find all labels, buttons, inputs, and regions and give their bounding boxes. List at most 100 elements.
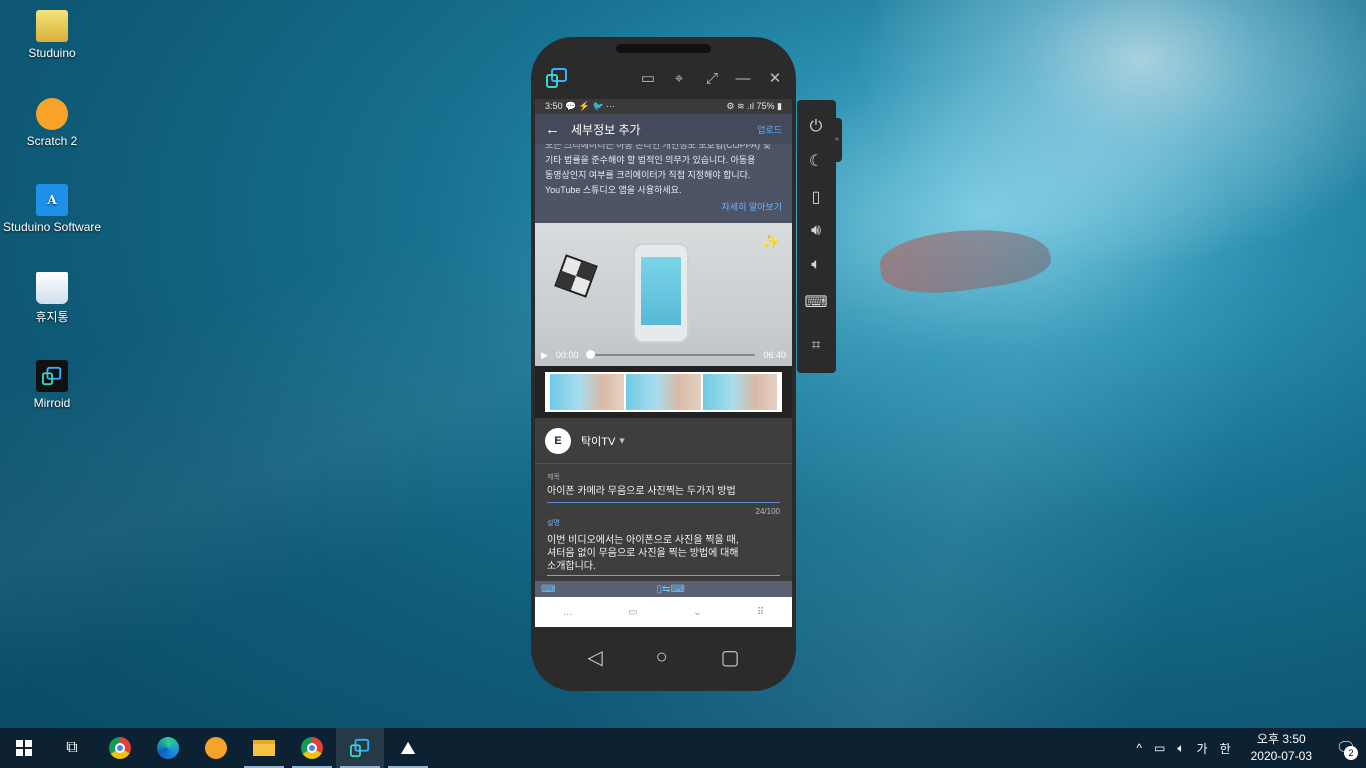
- desktop-icon-recycle-bin[interactable]: 휴지통: [2, 272, 102, 325]
- language-indicator[interactable]: 한: [1214, 740, 1237, 757]
- mirroid-logo-icon: [546, 68, 567, 88]
- power-icon[interactable]: ⏻: [804, 115, 828, 139]
- android-nav-bar: ◁ ○ ▢: [531, 637, 796, 677]
- description-line: 이번 비디오에서는 아이폰으로 사진을 찍을 때,: [547, 535, 739, 546]
- collapse-panel-tab[interactable]: «: [832, 118, 842, 162]
- magic-wand-icon[interactable]: ✨: [763, 233, 780, 250]
- taskbar-scratch[interactable]: [192, 728, 240, 768]
- taskbar-photos[interactable]: ⛰: [384, 728, 432, 768]
- crop-icon[interactable]: ⌗: [804, 334, 828, 358]
- notification-count-badge: 2: [1344, 746, 1358, 760]
- nav-recents-icon[interactable]: ▢: [721, 645, 740, 670]
- desktop-icon-label: Scratch 2: [26, 134, 78, 148]
- keyboard-dots-icon[interactable]: …: [563, 607, 573, 618]
- desktop-icon-studuino[interactable]: Studuino: [2, 10, 102, 60]
- volume-icon[interactable]: 🔈︎: [1171, 741, 1190, 756]
- desktop-icon-label: Studuino Software: [2, 220, 102, 234]
- thumbnail-frame: [702, 374, 777, 410]
- learn-more-link[interactable]: 자세히 알아보기: [722, 200, 782, 215]
- photos-icon: ⛰: [400, 737, 416, 758]
- app-bar: ← 세부정보 추가 업로드: [535, 114, 792, 144]
- desktop-icon-scratch[interactable]: Scratch 2: [2, 98, 102, 148]
- trim-thumbnail-strip[interactable]: [535, 366, 792, 418]
- battery-icon[interactable]: ▭: [1148, 741, 1171, 755]
- folder-icon: [253, 740, 275, 756]
- task-view-icon: ⧉: [66, 739, 78, 756]
- phone-keyboard-toggle-icon[interactable]: ▯⇆⌨: [657, 584, 685, 595]
- desktop-icon-mirroid[interactable]: Mirroid: [2, 360, 102, 410]
- notice-line: 기타 법률을 준수해야 할 법적인 의무가 있습니다. 아동용: [545, 155, 756, 165]
- video-preview[interactable]: ✨ ▶ 00:00 06:40: [535, 223, 792, 366]
- taskbar-file-explorer[interactable]: [240, 728, 288, 768]
- action-center-button[interactable]: 🗨︎ 2: [1326, 728, 1366, 768]
- chat-icon[interactable]: ▭: [637, 69, 659, 89]
- task-view-button[interactable]: ⧉: [48, 728, 96, 768]
- play-icon[interactable]: ▶: [541, 350, 548, 361]
- scratch-cat-icon: [36, 98, 68, 130]
- edge-icon: [157, 737, 179, 759]
- keyboard-layout-icon[interactable]: ⠿: [757, 607, 764, 618]
- mirroid-phone-window: ▭ ⌖ ⤢ — ✕ 3:50 💬 ⚡ 🐦 ··· ⚙ ≋ .ıl 75% ▮ ←…: [531, 37, 796, 691]
- mirroid-side-panel: « ⏻ ☾ ▯ 🔊︎ 🔈︎ ⌨ ⌗: [797, 100, 842, 373]
- nav-back-icon[interactable]: ◁: [587, 645, 602, 670]
- keyboard-hide-icon[interactable]: ⌄: [693, 607, 701, 618]
- start-button[interactable]: [0, 728, 48, 768]
- mirroid-icon: [350, 738, 370, 758]
- volume-up-icon[interactable]: 🔊︎: [804, 219, 828, 243]
- pin-icon[interactable]: ⌖: [668, 69, 690, 89]
- desktop-icon-label: Mirroid: [33, 396, 71, 410]
- thumbnail-frames[interactable]: [545, 372, 782, 412]
- system-tray: ^ ▭ 🔈︎ 가 한 오후 3:50 2020-07-03 🗨︎ 2: [1130, 728, 1366, 768]
- show-hidden-icons-chevron-icon[interactable]: ^: [1130, 741, 1148, 755]
- description-field-label: 설명: [547, 520, 560, 527]
- sleep-icon[interactable]: ☾: [804, 149, 828, 173]
- video-controls: ▶ 00:00 06:40: [535, 344, 792, 366]
- status-notification-icons: 💬 ⚡ 🐦 ···: [565, 101, 616, 111]
- taskbar-mirroid[interactable]: [336, 728, 384, 768]
- taskbar-chrome-2[interactable]: [288, 728, 336, 768]
- keyboard-row: … ▭ ⌄ ⠿: [535, 597, 792, 627]
- title-field[interactable]: 제목 아이폰 카메라 무음으로 사진찍는 두가지 방법 24/100: [535, 464, 792, 516]
- rotate-icon[interactable]: ▯: [804, 185, 828, 209]
- minimize-icon[interactable]: —: [732, 69, 754, 89]
- phone-status-bar: 3:50 💬 ⚡ 🐦 ··· ⚙ ≋ .ıl 75% ▮: [535, 99, 792, 114]
- back-arrow-icon[interactable]: ←: [545, 121, 571, 138]
- keyboard-toolbar: ⌨ ▯⇆⌨: [535, 581, 792, 597]
- windows-icon: [16, 740, 32, 756]
- scratch-cat-icon: [205, 737, 227, 759]
- notice-line: 모든 크리에이터는 아동 온라인 개인정보 보호법(COPPA) 및: [545, 144, 771, 150]
- keyboard-clipboard-icon[interactable]: ▭: [628, 607, 637, 618]
- ime-mode[interactable]: 가: [1191, 740, 1214, 757]
- status-time: 3:50: [545, 101, 563, 111]
- taskbar-chrome[interactable]: [96, 728, 144, 768]
- video-seek-bar[interactable]: [586, 350, 756, 359]
- title-input[interactable]: 아이폰 카메라 무음으로 사진찍는 두가지 방법: [547, 482, 780, 503]
- expand-icon[interactable]: ⤢: [701, 69, 723, 89]
- desktop-icon-label: 휴지통: [35, 310, 69, 324]
- channel-selector[interactable]: E 탁이TV ▾: [535, 418, 792, 464]
- description-field[interactable]: 설명 이번 비디오에서는 아이폰으로 사진을 찍을 때, 셔터음 없이 무음으로…: [535, 516, 792, 576]
- mirroid-icon: [36, 360, 68, 392]
- nav-home-icon[interactable]: ○: [656, 646, 668, 669]
- thumbnail-frame: [550, 374, 625, 410]
- clock[interactable]: 오후 3:50 2020-07-03: [1237, 731, 1326, 765]
- recycle-bin-icon: [36, 272, 68, 304]
- keyboard-mapping-icon[interactable]: ⌨: [804, 290, 828, 314]
- desktop-icon-studuino-software[interactable]: A Studuino Software: [2, 184, 102, 234]
- close-icon[interactable]: ✕: [764, 69, 786, 89]
- studuino-icon: [36, 10, 68, 42]
- status-left: 3:50 💬 ⚡ 🐦 ···: [545, 101, 615, 112]
- video-current-time: 00:00: [555, 350, 579, 360]
- description-input[interactable]: 이번 비디오에서는 아이폰으로 사진을 찍을 때, 셔터음 없이 무음으로 사진…: [547, 528, 780, 576]
- upload-button[interactable]: 업로드: [757, 123, 782, 136]
- notice-line: 동영상인지 여부를 크리에이터가 직접 지정해야 합니다.: [545, 170, 751, 180]
- phone-notch: [616, 44, 711, 53]
- taskbar-edge[interactable]: [144, 728, 192, 768]
- desktop-icon-label: Studuino: [28, 46, 76, 60]
- phone-screen: 3:50 💬 ⚡ 🐦 ··· ⚙ ≋ .ıl 75% ▮ ← 세부정보 추가 업…: [535, 99, 792, 627]
- seek-knob[interactable]: [586, 350, 596, 359]
- clock-time: 오후 3:50: [1256, 732, 1306, 746]
- volume-down-icon[interactable]: 🔈︎: [804, 253, 828, 277]
- keyboard-mode-icon[interactable]: ⌨: [541, 584, 555, 595]
- video-duration: 06:40: [763, 350, 786, 360]
